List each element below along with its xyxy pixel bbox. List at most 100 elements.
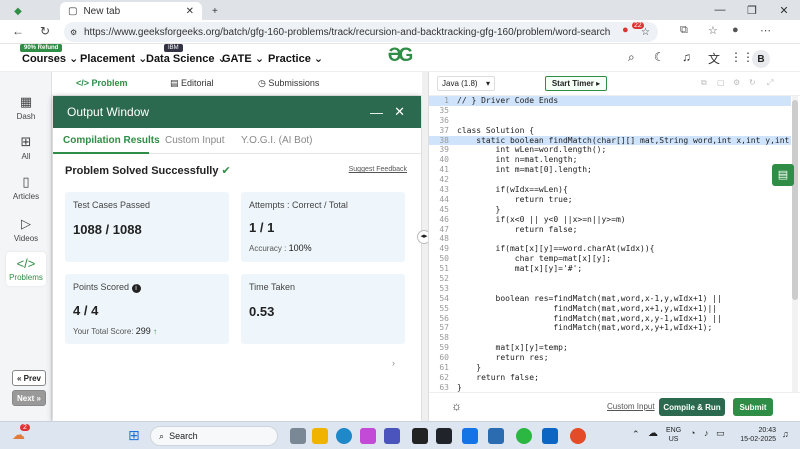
nav-courses[interactable]: Courses ⌄ xyxy=(22,52,78,65)
chrome-icon[interactable] xyxy=(570,428,586,444)
code-line[interactable]: 42 xyxy=(429,175,791,185)
code-line[interactable]: 63} xyxy=(429,383,791,392)
whatsapp-icon[interactable] xyxy=(516,428,532,444)
suggest-feedback-link[interactable]: Suggest Feedback xyxy=(349,166,407,173)
linkedin-icon[interactable] xyxy=(542,428,558,444)
code-line[interactable]: 40 int n=mat.length; xyxy=(429,155,791,165)
terminal-icon[interactable] xyxy=(412,428,428,444)
extension-icon[interactable]: ● xyxy=(622,24,629,36)
teams-icon[interactable] xyxy=(384,428,400,444)
fullscreen-icon[interactable]: ⤢ xyxy=(767,78,773,88)
code-line[interactable]: 59 mat[x][y]=temp; xyxy=(429,343,791,353)
code-line[interactable]: 49 if(mat[x][y]==word.charAt(wIdx)){ xyxy=(429,244,791,254)
file-explorer-icon[interactable] xyxy=(312,428,328,444)
code-line[interactable]: 53 xyxy=(429,284,791,294)
code-line[interactable]: 56 findMatch(mat,word,x,y-1,wIdx+1) || xyxy=(429,314,791,324)
nav-gate[interactable]: GATE ⌄ xyxy=(222,52,264,65)
store-icon[interactable] xyxy=(488,428,504,444)
code-line[interactable]: 45 } xyxy=(429,205,791,215)
next-button[interactable]: Next » xyxy=(12,390,46,406)
sidebar-item-dash[interactable]: ▦ Dash xyxy=(6,94,46,121)
favorites-icon[interactable]: ☆ xyxy=(708,24,718,37)
code-line[interactable]: 51 mat[x][y]='#'; xyxy=(429,264,791,274)
tray-chevron-icon[interactable]: ⌃ xyxy=(632,429,640,440)
code-line[interactable]: 36 xyxy=(429,116,791,126)
code-line[interactable]: 35 xyxy=(429,106,791,116)
tab-submissions[interactable]: ◷ Submissions xyxy=(258,78,319,89)
code-line[interactable]: 37 class Solution { xyxy=(429,126,791,136)
search-icon[interactable]: ⌕ xyxy=(628,50,635,65)
translate-icon[interactable]: 文 xyxy=(708,50,720,67)
close-tab-icon[interactable]: ✕ xyxy=(186,6,194,17)
reload-icon[interactable]: ↻ xyxy=(40,24,50,38)
code-line[interactable]: 47 return false; xyxy=(429,225,791,235)
sidebar-item-all[interactable]: ⊞ All xyxy=(6,134,46,161)
code-line[interactable]: 60 return res; xyxy=(429,353,791,363)
extensions-icon[interactable]: ⧉ xyxy=(680,24,688,37)
notification-icon[interactable]: ♫ xyxy=(682,50,691,64)
intellij-icon[interactable] xyxy=(436,428,452,444)
minimize-output-icon[interactable]: — xyxy=(370,105,383,120)
notifications-icon[interactable]: ♫ xyxy=(782,429,789,439)
volume-icon[interactable]: ♪ xyxy=(704,428,709,438)
code-line[interactable]: 62 return false; xyxy=(429,373,791,383)
new-tab[interactable]: ▢ New tab ✕ xyxy=(60,2,202,20)
tab-problem[interactable]: </> Problem xyxy=(76,78,128,88)
submit-button[interactable]: Submit xyxy=(733,398,773,416)
language-indicator[interactable]: ENG US xyxy=(666,426,681,444)
sidebar-item-problems[interactable]: </> Problems xyxy=(6,252,46,286)
nav-placement[interactable]: Placement ⌄ xyxy=(80,52,147,65)
start-icon[interactable]: ⊞ xyxy=(128,427,140,444)
maximize-icon[interactable]: ❐ xyxy=(736,0,768,20)
code-line[interactable]: 48 xyxy=(429,234,791,244)
code-line[interactable]: 43 if(wIdx==wLen){ xyxy=(429,185,791,195)
code-line[interactable]: 44 return true; xyxy=(429,195,791,205)
close-window-icon[interactable]: ✕ xyxy=(768,0,800,20)
language-select[interactable]: Java (1.8) ▾ xyxy=(437,76,495,91)
site-info-icon[interactable]: ⚙ xyxy=(70,28,77,37)
gfg-logo[interactable]: ƏG xyxy=(378,45,420,69)
menu-icon[interactable]: ⋯ xyxy=(760,24,771,37)
file-icon[interactable]: ▢ xyxy=(717,78,725,87)
settings-icon[interactable]: ⚙ xyxy=(733,78,740,87)
chevron-right-icon[interactable]: › xyxy=(392,358,395,368)
clock[interactable]: 20:43 15-02-2025 xyxy=(736,426,776,444)
code-line[interactable]: 46 if(x<0 || y<0 ||x>=n||y>=m) xyxy=(429,215,791,225)
tab-custom-input[interactable]: Custom Input xyxy=(165,135,224,146)
code-line[interactable]: 54 boolean res=findMatch(mat,word,x-1,y,… xyxy=(429,294,791,304)
tab-yogi-bot[interactable]: Y.O.G.I. (AI Bot) xyxy=(241,135,313,146)
code-line[interactable]: 38 static boolean findMatch(char[][] mat… xyxy=(429,135,791,146)
nav-practice[interactable]: Practice ⌄ xyxy=(268,52,323,65)
code-line[interactable]: 1 // } Driver Code Ends xyxy=(429,96,791,106)
prev-button[interactable]: « Prev xyxy=(12,370,46,386)
dark-mode-icon[interactable]: ☾ xyxy=(654,50,665,64)
code-line[interactable]: 57 findMatch(mat,word,x,y+1,wIdx+1); xyxy=(429,323,791,333)
refresh-icon[interactable]: ↻ xyxy=(749,78,756,87)
close-output-icon[interactable]: ✕ xyxy=(394,104,405,120)
code-line[interactable]: 52 xyxy=(429,274,791,284)
tab-compilation-results[interactable]: Compilation Results xyxy=(63,135,160,146)
onedrive-icon[interactable]: ☁ xyxy=(648,428,658,439)
gfg-tab[interactable]: ◆ xyxy=(6,2,30,20)
copy-icon[interactable]: ⧉ xyxy=(701,78,707,88)
code-line[interactable]: 58 xyxy=(429,333,791,343)
code-line[interactable]: 39 int wLen=word.length(); xyxy=(429,145,791,155)
apps-grid-icon[interactable]: ⋮⋮ xyxy=(730,50,754,64)
lightbulb-icon[interactable]: ☼ xyxy=(451,399,462,413)
task-view-icon[interactable] xyxy=(290,428,306,444)
minimize-icon[interactable]: — xyxy=(704,0,736,20)
start-timer-button[interactable]: Start Timer ▸ xyxy=(545,76,607,91)
avatar[interactable]: B xyxy=(752,50,770,68)
wifi-icon[interactable]: ◔ xyxy=(690,428,695,438)
info-icon[interactable]: i xyxy=(131,284,141,293)
taskbar-search-input[interactable]: ⌕ Search xyxy=(150,426,278,446)
new-tab-plus-icon[interactable]: + xyxy=(204,2,226,20)
edge-icon[interactable] xyxy=(336,428,352,444)
editor-scrollbar[interactable] xyxy=(792,96,798,392)
outlook-icon[interactable] xyxy=(462,428,478,444)
tab-editorial[interactable]: ▤ Editorial xyxy=(170,78,214,89)
sidebar-item-videos[interactable]: ▷ Videos xyxy=(6,216,46,243)
profile-icon[interactable]: ● xyxy=(732,24,739,36)
battery-icon[interactable]: ▭ xyxy=(716,428,725,439)
url-input[interactable]: ⚙ https://www.geeksforgeeks.org/batch/gf… xyxy=(64,22,658,42)
